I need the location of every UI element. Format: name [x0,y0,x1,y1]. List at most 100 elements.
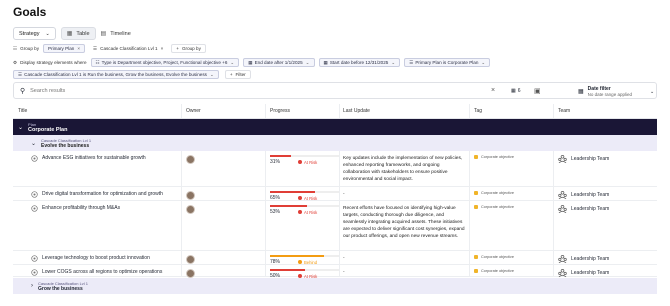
table-row[interactable]: Drive digital transformation for optimiz… [13,187,657,201]
progress-cell[interactable]: 50% At Risk [265,265,339,279]
goals-table: Title Owner Progress Last Update Tag Tea… [13,104,657,279]
last-update-text: - [343,256,345,261]
avatar [186,191,195,200]
owner-cell[interactable] [181,251,265,264]
plus-icon: + [176,46,179,51]
title-cell[interactable]: Lower COGS across all regions to optimiz… [13,265,181,276]
title-cell[interactable]: Drive digital transformation for optimiz… [13,187,181,200]
filter-row-2: ☰ Cascade Classification Lvl 1 is Run the… [9,70,251,79]
goal-title: Enhance profitability through M&As [42,205,121,211]
goal-title: Lower COGS across all regions to optimiz… [42,269,163,275]
title-cell[interactable]: Advance ESG initiatives for sustainable … [13,151,181,186]
status-label: Behind [304,259,318,265]
status-dot [298,196,303,200]
list-icon: ☰ [409,59,414,65]
group-chip-primary-plan[interactable]: Primary Plan × [43,44,86,53]
owner-cell[interactable] [181,187,265,200]
last-update-cell[interactable]: - [339,265,469,276]
clear-icon[interactable]: × [491,87,495,94]
close-icon[interactable]: × [161,46,164,51]
group-name: Evolve the business [41,142,90,149]
filter-chip-start-date[interactable]: ▦ Start date before 12/31/2025 ⌄ [318,58,401,67]
progress-cell[interactable]: 31% At Risk [265,151,339,186]
group-by-row: ☷ Group by Primary Plan × ☰ Cascade Classi… [13,44,206,53]
owner-cell[interactable] [181,151,265,186]
tag-cell[interactable]: Corporate objective [469,251,553,264]
owner-cell[interactable] [181,201,265,250]
expand-icon[interactable]: ▣ [534,87,541,95]
tag-cell[interactable]: Corporate objective [469,151,553,186]
strategy-label: Strategy [19,30,40,37]
filter-chip-type[interactable]: ☷ Type is Department objective, Project, … [90,58,240,67]
table-row[interactable]: Lower COGS across all regions to optimiz… [13,265,657,279]
last-update-cell[interactable]: - [339,187,469,200]
plan-group-row[interactable]: ⌄ Plan Corporate Plan [13,119,657,135]
tag-cell[interactable]: Corporate objective [469,187,553,200]
add-group-label: Group by [181,46,201,51]
table-row[interactable]: Advance ESG initiatives for sustainable … [13,151,657,187]
chevron-down-icon: ⌄ [209,71,214,77]
progress-bar [270,205,339,207]
progress-cell[interactable]: 78% Behind [265,251,339,265]
add-filter-button[interactable]: + Filter [224,70,251,79]
cascade-group-row-2[interactable]: › Cascade Classification Lvl 1 Grow the b… [13,278,657,294]
chevron-down-icon: ⌄ [31,140,37,147]
avatar [186,255,195,264]
chip-label: Primary Plan is Corporate Plan [415,60,479,65]
table-icon: ▦ [66,31,73,37]
team-cell[interactable]: Leadership Team [553,251,657,264]
filter-chip-end-date[interactable]: ▦ End date after 1/1/2025 ⌄ [243,58,315,67]
group-name: Grow the business [38,285,83,292]
avatar [186,205,195,214]
col-last-update[interactable]: Last Update [339,104,469,118]
team-cell[interactable]: Leadership Team [553,151,657,186]
tag-cell[interactable]: Corporate objective [469,201,553,250]
team-icon [558,191,567,199]
title-cell[interactable]: Leverage technology to boost product inn… [13,251,181,264]
group-chip-cascade[interactable]: ☰ Cascade Classification Lvl 1 × [89,44,167,53]
team-cell[interactable]: Leadership Team [553,201,657,250]
last-update-cell[interactable]: Key updates include the implementation o… [339,151,469,186]
goal-title: Leverage technology to boost product inn… [42,255,150,261]
table-row[interactable]: Enhance profitability through M&As 53% At … [13,201,657,251]
progress-cell[interactable]: 65% At Risk [265,187,339,201]
progress-fill [270,155,292,157]
strategy-dropdown[interactable]: Strategy ⌄ [13,27,56,40]
team-cell[interactable]: Leadership Team [553,187,657,200]
status-dot [298,160,303,164]
tab-table-label: Table [76,30,90,37]
status-dot [298,260,303,264]
filter-icon: ⚙ [13,59,18,65]
cascade-group-row[interactable]: ⌄ Cascade Classification Lvl 1 Evolve the… [13,135,657,151]
tag-label: Corporate objective [481,255,514,259]
tab-timeline[interactable]: ▤ Timeline [96,27,136,40]
tag-cell[interactable]: Corporate objective [469,265,553,276]
progress-percent: 31% [270,159,281,165]
col-owner[interactable]: Owner [181,104,265,118]
close-icon[interactable]: × [77,46,80,51]
team-icon [558,155,567,163]
chip-label: End date after 1/1/2025 [254,60,303,65]
col-tag[interactable]: Tag [469,104,553,118]
filter-chip-primary-plan[interactable]: ☰ Primary Plan is Corporate Plan ⌄ [404,58,491,67]
date-filter[interactable]: ▦ Date filter No date range applied ⌄ [578,83,654,100]
chevron-down-icon: ⌄ [391,59,396,65]
columns-button[interactable]: ▦ 6 [511,88,521,94]
col-title[interactable]: Title [13,108,181,114]
filter-chip-cascade[interactable]: ☰ Cascade Classification Lvl 1 is Run the… [13,70,219,79]
col-progress[interactable]: Progress [265,104,339,118]
col-team[interactable]: Team [553,104,657,118]
last-update-cell[interactable]: - [339,251,469,264]
owner-cell[interactable] [181,265,265,278]
team-cell[interactable]: Leadership Team [553,265,657,277]
search-input[interactable]: Search results [30,88,65,94]
avatar [186,155,195,164]
chip-label: Cascade Classification Lvl 1 [100,46,158,51]
tab-table[interactable]: ▦ Table [60,27,96,40]
add-group-by-button[interactable]: + Group by [171,44,206,53]
title-cell[interactable]: Enhance profitability through M&As [13,201,181,250]
chevron-down-icon: ⌄ [649,88,655,95]
progress-cell[interactable]: 53% At Risk [265,201,339,250]
last-update-cell[interactable]: Recent efforts have focused on identifyi… [339,201,469,250]
table-row[interactable]: Leverage technology to boost product inn… [13,251,657,265]
